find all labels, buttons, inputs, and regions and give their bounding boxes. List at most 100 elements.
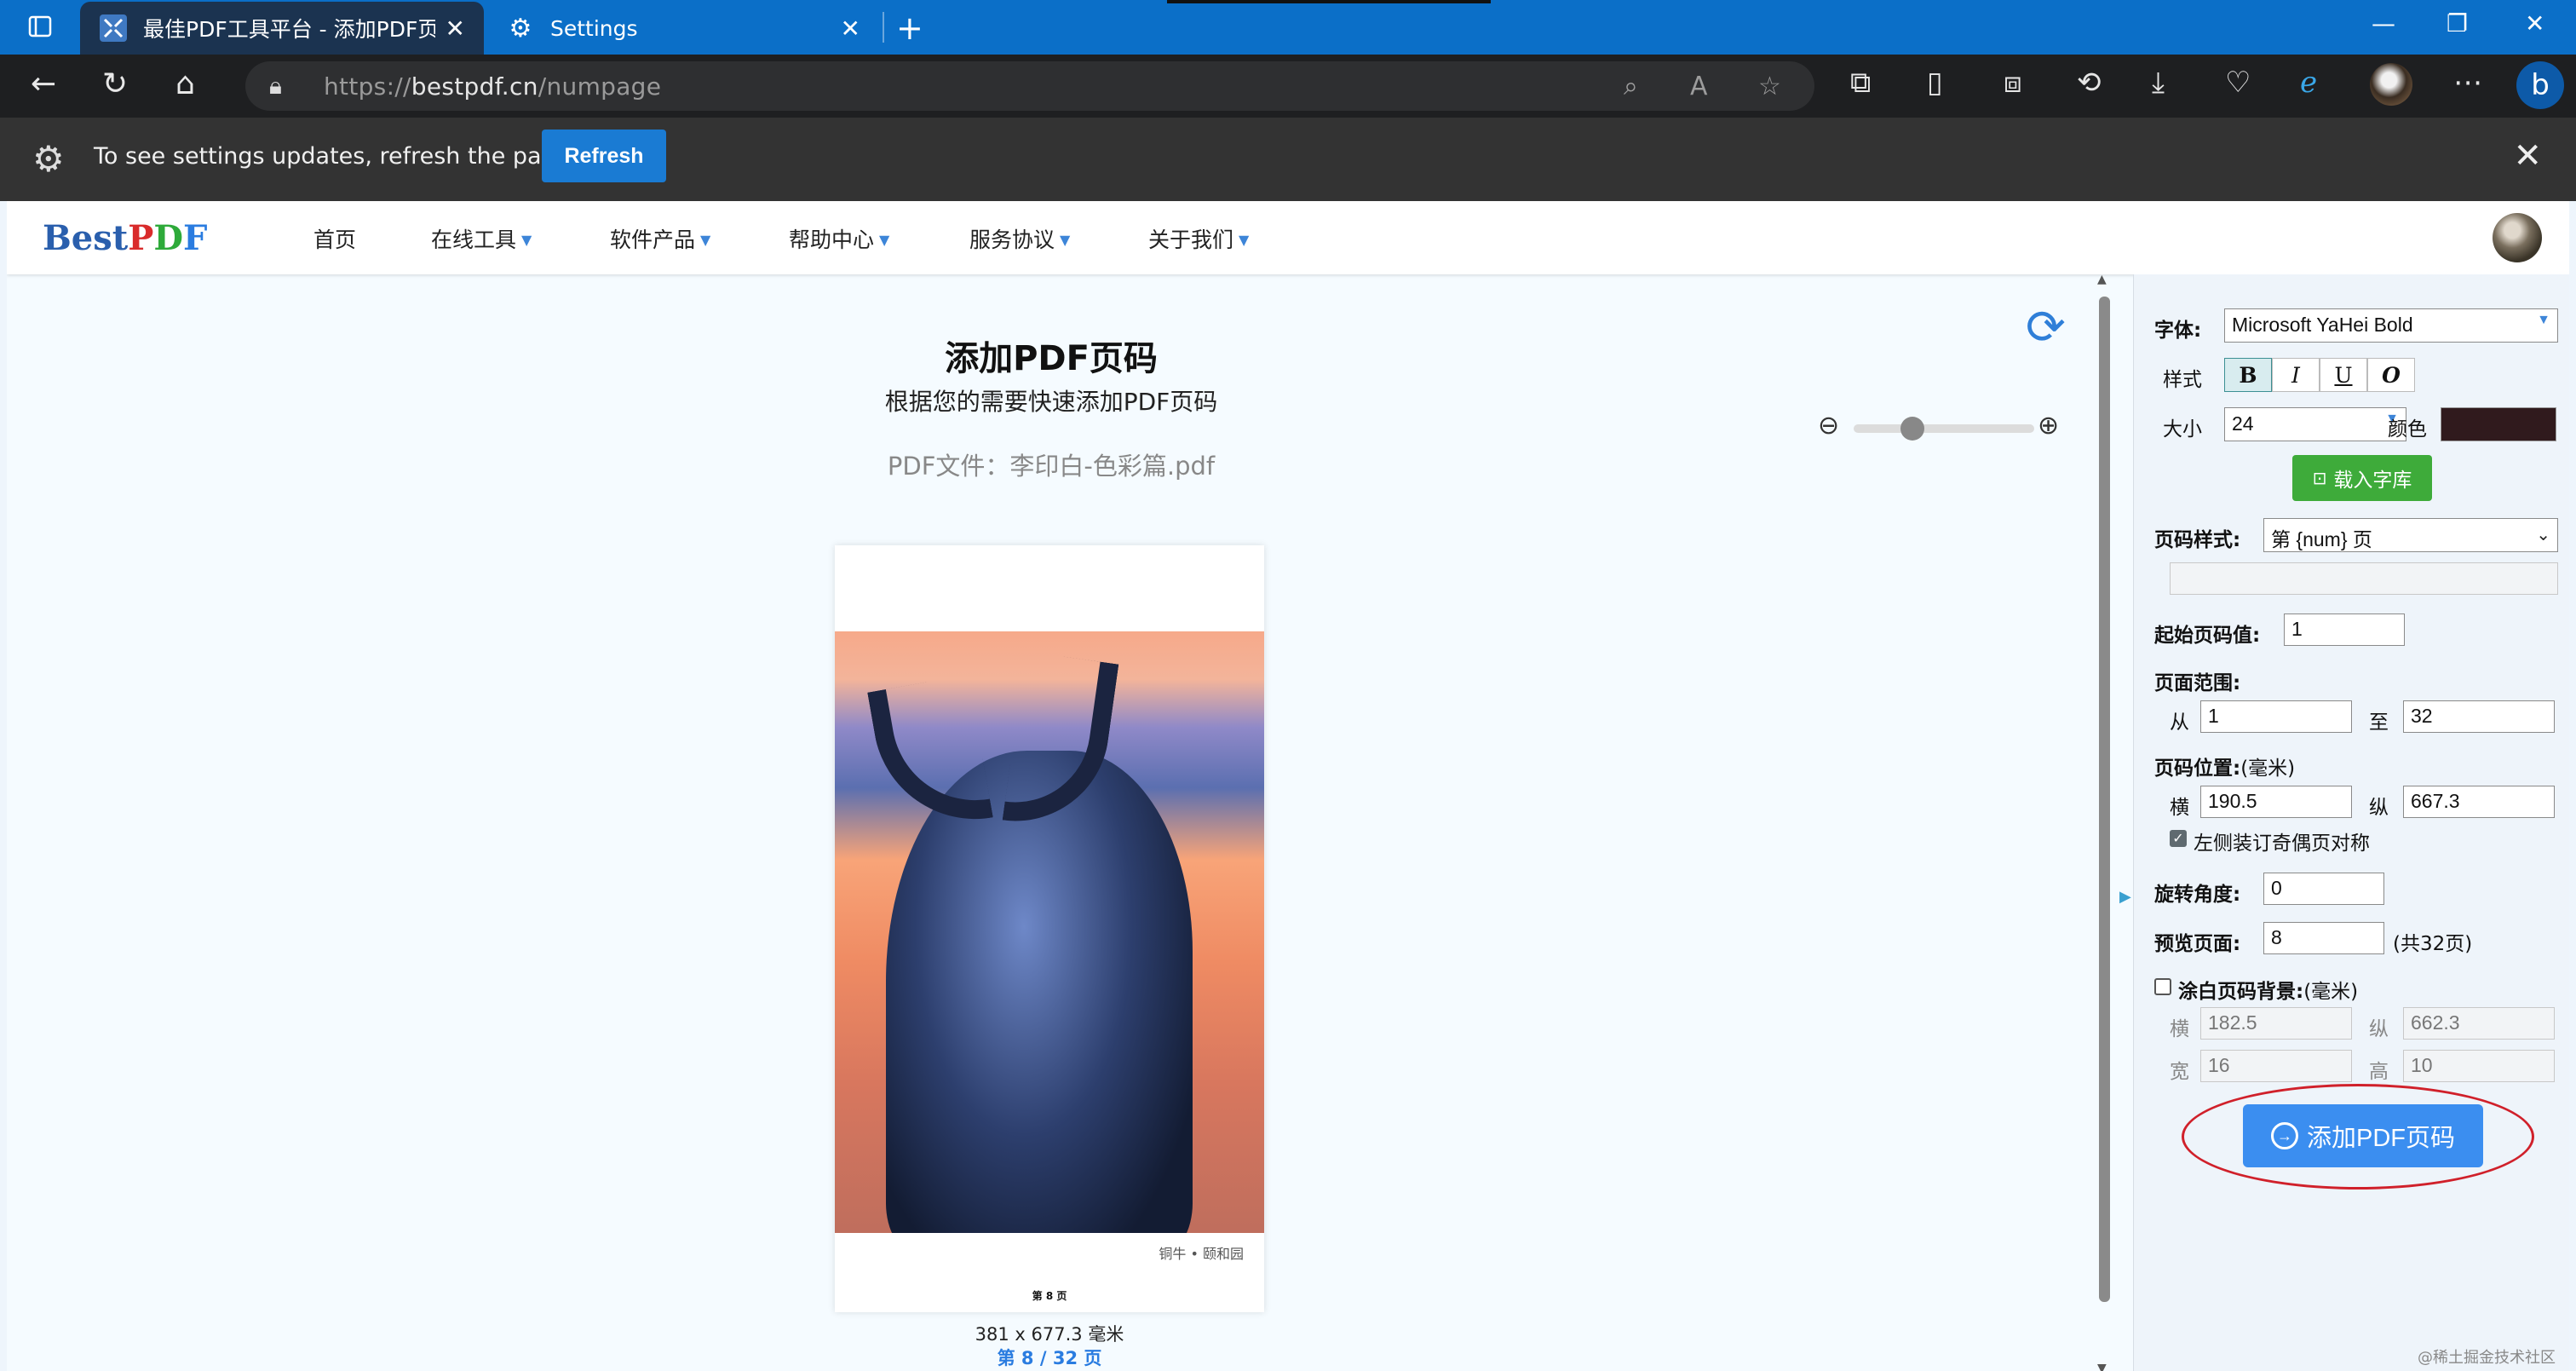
tab-settings[interactable]: ⚙ Settings ✕ [487,2,879,55]
rotation-input[interactable]: 0 [2263,873,2384,905]
dropdown-arrow-icon: ⌄ [2536,526,2550,544]
page-subtitle: 根据您的需要快速添加PDF页码 [884,388,1218,416]
refresh-preview-icon[interactable]: ⟳ [2026,300,2066,355]
edge-icon[interactable]: ℯ [2300,68,2317,97]
pos-x-input[interactable]: 190.5 [2200,786,2352,818]
caret-down-icon: ▼ [1239,232,1250,248]
preview-page-input[interactable]: 8 [2263,922,2384,954]
preview-page-label: 预览页面: [2154,933,2241,955]
browser-title-bar: 最佳PDF工具平台 - 添加PDF页码 ✕ ⚙ Settings ✕ + — ❐… [0,0,2576,55]
underline-button[interactable]: U [2320,358,2367,392]
panel-toggle-arrow-icon[interactable]: ▶ [2119,888,2131,906]
wo-h-label: 高 [2369,1061,2389,1083]
reload-icon[interactable]: ↻ [102,66,128,101]
wo-x-input: 182.5 [2200,1007,2352,1040]
nav-help-center[interactable]: 帮助中心 ▼ [789,223,889,254]
scroll-up-arrow-icon[interactable]: ▲ [2097,273,2107,286]
range-to-input[interactable]: 32 [2403,700,2555,733]
range-from-label: 从 [2170,711,2189,734]
read-aloud-icon[interactable]: A [1690,72,1708,101]
wo-w-label: 宽 [2170,1061,2189,1083]
page-title: 添加PDF页码 [945,339,1158,378]
number-style-label: 页码样式: [2154,529,2241,551]
pos-y-input[interactable]: 667.3 [2403,786,2555,818]
size-label: 大小 [2163,418,2202,441]
nav-online-tools[interactable]: 在线工具 ▼ [431,223,532,254]
custom-style-input [2170,562,2558,595]
zoom-slider-thumb[interactable] [1900,417,1924,441]
rotation-label: 旋转角度: [2154,884,2241,906]
nav-about-us[interactable]: 关于我们 ▼ [1148,223,1249,254]
whiteout-checkbox[interactable] [2154,978,2171,995]
range-to-label: 至 [2369,711,2389,734]
bestpdf-logo[interactable]: BestPDF [43,218,207,258]
user-avatar[interactable] [2493,213,2542,262]
tab-close-icon[interactable]: ✕ [446,14,465,43]
collections-icon[interactable]: ⧈ [2004,68,2022,97]
extensions-icon[interactable]: ⧉ [1850,68,1871,97]
restore-icon[interactable]: ❐ [2447,12,2468,36]
nav-software-products[interactable]: 软件产品 ▼ [610,223,710,254]
photo-caption: 铜牛 • 颐和园 [1159,1246,1244,1262]
caret-down-icon: ▼ [879,232,890,248]
history-icon[interactable]: ⟲ [2077,68,2102,97]
zoom-icon[interactable]: ⌕ [1624,72,1638,101]
refresh-button[interactable]: Refresh [542,130,666,182]
scrollbar-thumb[interactable] [2099,297,2110,1302]
performance-icon[interactable]: ♡ [2225,68,2251,97]
downloads-icon[interactable]: ⤓ [2152,68,2165,97]
bold-button[interactable]: B [2224,358,2272,392]
mirror-checkbox[interactable]: ✓ [2170,830,2187,847]
preview-scrollbar[interactable]: ▲ ▼ [2097,273,2111,1371]
ox-body-shape [886,751,1193,1233]
home-icon[interactable]: ⌂ [175,66,195,101]
scroll-down-arrow-icon[interactable]: ▼ [2097,1362,2107,1371]
new-tab-plus-icon[interactable]: + [896,12,923,44]
font-color-swatch[interactable] [2441,407,2556,441]
gear-icon: ⚙ [32,138,65,180]
pos-y-label: 纵 [2369,797,2389,819]
italic-button[interactable]: I [2272,358,2320,392]
close-infobar-icon[interactable]: ✕ [2513,136,2542,176]
profile-avatar[interactable] [2370,63,2412,106]
split-screen-icon[interactable]: ▯ [1927,68,1943,97]
zoom-in-icon[interactable]: ⊕ [2038,411,2059,441]
load-font-button[interactable]: ⊡ 载入字库 [2292,455,2432,501]
caret-down-icon: ▼ [700,232,711,248]
tab-title: Settings [550,15,638,41]
tab-actions-icon[interactable] [27,14,53,44]
bing-copilot-icon[interactable]: b [2516,61,2564,109]
more-options-icon[interactable]: ⋯ [2453,68,2482,97]
wo-h-input: 10 [2403,1050,2555,1082]
browser-toolbar: ← ↻ ⌂ 🔒︎ https://bestpdf.cn/numpage ⌕ A … [0,55,2576,118]
zoom-slider[interactable] [1854,417,2034,441]
web-page: BestPDF 首页 在线工具 ▼ 软件产品 ▼ 帮助中心 ▼ 服务协议 ▼ 关于我们 ▼… [7,201,2569,1371]
tab-title: 最佳PDF工具平台 - 添加PDF页码 [143,17,435,42]
tab-close-icon[interactable]: ✕ [841,14,860,43]
range-from-input[interactable]: 1 [2200,700,2352,733]
tab-separator [883,12,884,43]
url-text: https://bestpdf.cn/numpage [324,72,662,101]
outline-button[interactable]: O [2367,358,2415,392]
favorite-star-icon[interactable]: ☆ [1758,72,1781,101]
nav-home[interactable]: 首页 [313,223,356,254]
font-size-select[interactable]: 24 ▼ [2224,407,2406,441]
start-value-input[interactable]: 1 [2284,613,2405,646]
font-label: 字体: [2154,320,2202,342]
zoom-out-icon[interactable]: ⊖ [1818,411,1839,441]
wo-y-input: 662.3 [2403,1007,2555,1040]
back-arrow-icon[interactable]: ← [31,66,56,101]
tab-bestpdf[interactable]: 最佳PDF工具平台 - 添加PDF页码 ✕ [80,2,484,55]
address-bar[interactable]: 🔒︎ https://bestpdf.cn/numpage ⌕ A ☆ [245,61,1814,111]
minimize-icon[interactable]: — [2372,12,2395,36]
close-window-icon[interactable]: ✕ [2525,12,2544,36]
number-style-select[interactable]: 第 {num} 页 ⌄ [2263,518,2558,552]
mirror-label: 左侧装订奇偶页对称 [2194,832,2370,855]
font-select[interactable]: Microsoft YaHei Bold ▼ [2224,308,2558,343]
nav-service-agreement[interactable]: 服务协议 ▼ [969,223,1070,254]
color-label: 颜色 [2388,418,2427,441]
dropdown-arrow-icon: ▼ [2537,313,2550,327]
page-number-stamp: 第 8 页 [1032,1290,1067,1302]
watermark-text: @稀土掘金技术社区 [2418,1349,2556,1367]
preview-total: (共32页) [2393,933,2473,955]
